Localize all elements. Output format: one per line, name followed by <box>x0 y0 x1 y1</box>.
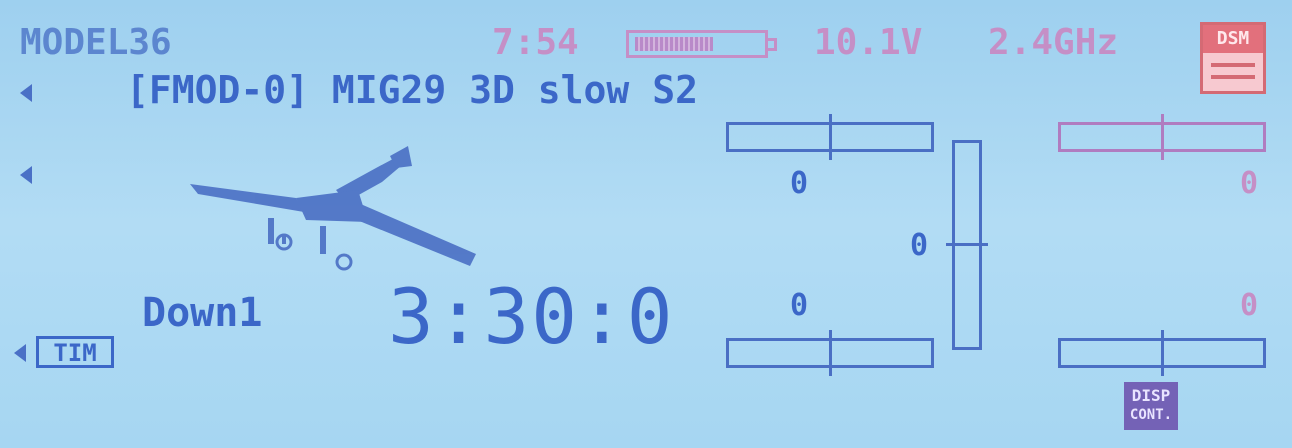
trim-value-top-left: 0 <box>790 166 809 201</box>
timer-badge[interactable]: TIM <box>14 336 120 370</box>
disp-label: DISP <box>1131 386 1171 405</box>
dsm-label: DSM <box>1203 25 1263 53</box>
trim-value-top-right: 0 <box>1240 166 1259 201</box>
trim-value-bottom-right: 0 <box>1240 288 1259 323</box>
battery-fill <box>635 37 713 51</box>
timer-value: 3:30:0 <box>388 272 675 361</box>
dsm-line-2 <box>1211 75 1255 79</box>
flight-mode-line: [FMOD-0] MIG29 3D slow S2 <box>126 68 698 112</box>
timer-badge-label: TIM <box>36 336 114 368</box>
battery-tip <box>768 38 777 51</box>
trim-indicator <box>1161 330 1164 376</box>
trim-indicator <box>1161 114 1164 160</box>
lcd-screen: MODEL36 7:54 10.1V 2.4GHz DSM [FMOD-0] M… <box>0 0 1292 448</box>
left-arrow-icon[interactable] <box>20 166 32 184</box>
dsm-line-1 <box>1211 63 1255 67</box>
dsm-icon: DSM <box>1200 22 1266 94</box>
voltage-readout: 10.1V <box>814 22 923 63</box>
trim-indicator <box>946 243 988 246</box>
trim-indicator <box>829 330 832 376</box>
model-name: MODEL36 <box>20 22 172 63</box>
timer-mode-label: Down1 <box>142 290 263 336</box>
cont-label: CONT. <box>1129 407 1173 423</box>
trim-indicator <box>829 114 832 160</box>
disp-cont-button[interactable]: DISP CONT. <box>1124 382 1178 430</box>
clock-time: 7:54 <box>492 22 579 63</box>
trim-value-bottom-left: 0 <box>790 288 809 323</box>
airplane-icon <box>190 146 476 271</box>
left-arrow-icon[interactable] <box>14 344 26 362</box>
left-arrow-icon[interactable] <box>20 84 32 102</box>
trim-value-vertical: 0 <box>910 228 929 263</box>
battery-icon <box>626 30 768 58</box>
band-readout: 2.4GHz <box>988 22 1119 63</box>
